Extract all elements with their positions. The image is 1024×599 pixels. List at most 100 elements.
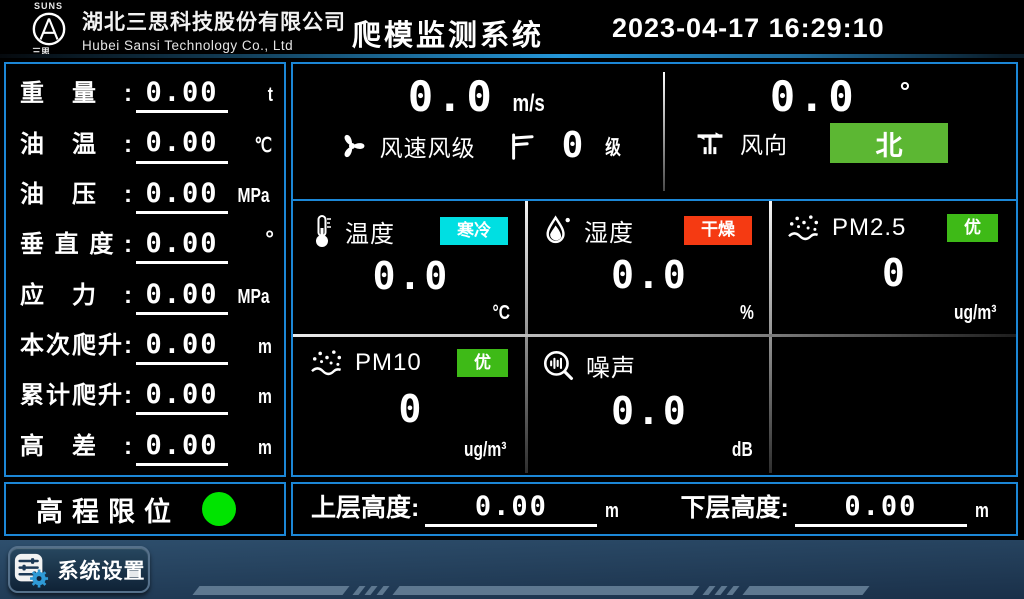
metric-row-verticality: 垂直度: 0.00 °: [20, 224, 274, 264]
wind-direction-block: 0.0 ° 风向 北: [664, 64, 1016, 199]
datetime-display: 2023-04-17 16:29:10: [612, 13, 885, 44]
upper-height-unit: m: [605, 500, 619, 523]
company-name-cn: 湖北三思科技股份有限公司: [82, 6, 346, 36]
humidity-value: 0.0: [542, 248, 758, 302]
wind-direction-label: 风向: [740, 126, 788, 160]
decorative-stripe: [364, 586, 377, 595]
cell-label: 噪声: [586, 348, 636, 383]
humidity-unit: %: [740, 302, 754, 325]
upper-height-label: 上层高度:: [311, 488, 419, 527]
cell-label: 湿度: [584, 213, 634, 248]
metric-row-height-diff: 高 差 : 0.00 m: [20, 426, 274, 466]
pm25-status-badge: 优: [947, 214, 998, 242]
temperature-value: 0.0: [309, 249, 514, 302]
metric-label: 累计爬升:: [20, 375, 132, 415]
bottom-toolbar: 系统设置: [0, 540, 1024, 599]
metric-value: 0.00: [136, 428, 228, 466]
wind-speed-block: 0.0 m/s 风速风级 0 级: [293, 64, 664, 199]
lower-height-field: 下层高度: 0.00 m: [675, 484, 1005, 535]
humidity-status-badge: 干燥: [684, 216, 752, 244]
wind-speed-unit: m/s: [512, 90, 544, 118]
metric-value: 0.00: [136, 277, 228, 315]
company-name: 湖北三思科技股份有限公司 Hubei Sansi Technology Co.,…: [82, 6, 346, 53]
wind-level-unit: 级: [606, 131, 622, 160]
noise-value: 0.0: [542, 383, 758, 439]
temperature-unit: °C: [492, 302, 510, 325]
company-name-en: Hubei Sansi Technology Co., Ltd: [82, 38, 346, 53]
environment-grid: 温度 寒冷 0.0 °C 湿度 干燥 0.0 %: [293, 201, 1016, 473]
metric-label: 重 量 :: [20, 73, 132, 113]
lower-height-value: 0.00: [795, 490, 967, 527]
metric-row-total-climb: 累计爬升: 0.00 m: [20, 375, 274, 415]
metric-unit: °: [232, 224, 274, 258]
wind-level-icon: [506, 130, 536, 162]
wind-speed-label: 风速风级: [380, 129, 476, 163]
metric-label: 垂直度:: [20, 224, 132, 264]
wind-vane-icon: [692, 126, 728, 160]
elevation-limit-status-indicator: [202, 492, 236, 526]
metric-unit: ℃: [254, 133, 272, 158]
environment-panel: 0.0 m/s 风速风级 0 级: [291, 62, 1018, 477]
header: SUNS 三思 湖北三思科技股份有限公司 Hubei Sansi Technol…: [0, 0, 1024, 54]
upper-height-value: 0.00: [425, 490, 597, 527]
metric-row-current-climb: 本次爬升: 0.00 m: [20, 325, 274, 365]
system-settings-button[interactable]: 系统设置: [8, 546, 150, 593]
temperature-status-badge: 寒冷: [440, 217, 508, 245]
pm10-value: 0: [309, 378, 514, 439]
elevation-limit-label: 高程限位: [36, 490, 180, 529]
metric-unit: m: [258, 386, 272, 409]
logo-mark-icon: [30, 11, 68, 47]
wind-level-value: 0: [562, 125, 584, 166]
cell-pm10: PM10 优 0 ug/m³: [293, 336, 526, 473]
grid-divider: [769, 201, 772, 473]
grid-divider: [293, 334, 1016, 337]
lower-height-unit: m: [975, 500, 989, 523]
metric-value: 0.00: [136, 176, 228, 214]
metric-value: 0.00: [136, 125, 228, 163]
elevation-limit-panel: 高程限位: [4, 482, 286, 536]
particles-icon: [309, 348, 345, 378]
metric-row-oil-temp: 油 温 : 0.00 ℃: [20, 124, 274, 164]
noise-unit: dB: [732, 439, 753, 462]
lower-height-label: 下层高度:: [681, 488, 789, 527]
upper-height-field: 上层高度: 0.00 m: [305, 484, 635, 535]
noise-icon: [542, 349, 576, 383]
layer-heights-panel: 上层高度: 0.00 m 下层高度: 0.00 m: [291, 482, 1018, 536]
wind-direction-unit: °: [900, 76, 910, 107]
decorative-stripe: [702, 586, 715, 595]
metric-unit: m: [258, 437, 272, 460]
company-logo: SUNS 三思: [26, 1, 78, 58]
metric-unit: t: [268, 84, 273, 107]
pm25-unit: ug/m³: [954, 302, 996, 325]
metric-value: 0.00: [136, 75, 228, 113]
thermometer-icon: [309, 213, 335, 249]
decorative-stripe: [352, 586, 365, 595]
cell-label: PM10: [355, 349, 422, 377]
cell-noise: 噪声 0.0 dB: [526, 336, 770, 473]
metric-label: 油 压 :: [20, 174, 132, 214]
wind-direction-value: 0.0: [770, 72, 858, 121]
pm25-value: 0: [786, 243, 1004, 302]
decorative-stripe: [376, 586, 389, 595]
metric-unit: m: [258, 336, 272, 359]
wind-section: 0.0 m/s 风速风级 0 级: [293, 64, 1016, 201]
pm10-unit: ug/m³: [464, 439, 506, 462]
decorative-stripe: [192, 586, 349, 595]
decorative-stripe: [726, 586, 739, 595]
water-drop-icon: [542, 214, 574, 248]
system-settings-label: 系统设置: [58, 555, 146, 585]
metric-row-stress: 应 力 : 0.00 MPa: [20, 275, 274, 315]
metric-unit: MPa: [237, 286, 269, 309]
cell-label: PM2.5: [832, 214, 906, 242]
cell-humidity: 湿度 干燥 0.0 %: [526, 201, 770, 336]
pm10-status-badge: 优: [457, 349, 508, 377]
cell-label: 温度: [345, 214, 395, 249]
wind-speed-value: 0.0: [408, 72, 496, 121]
grid-divider: [525, 201, 528, 473]
settings-sliders-gear-icon: [13, 552, 49, 588]
cell-temperature: 温度 寒冷 0.0 °C: [293, 201, 526, 336]
decorative-stripe: [714, 586, 727, 595]
metric-label: 油 温 :: [20, 124, 132, 164]
metric-value: 0.00: [136, 377, 228, 415]
metric-row-oil-pressure: 油 压 : 0.00 MPa: [20, 174, 274, 214]
